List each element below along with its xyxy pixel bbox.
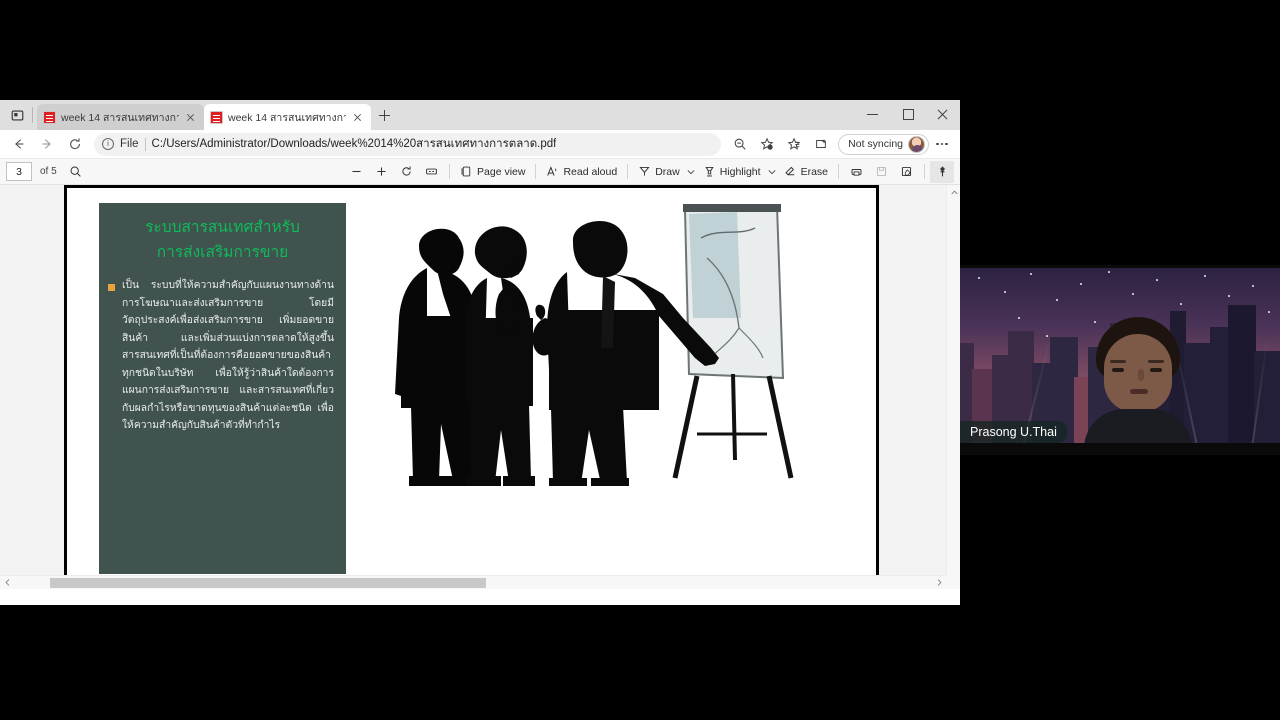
print-icon[interactable] [844, 161, 869, 183]
browser-essentials-icon[interactable] [808, 132, 834, 156]
minimize-button[interactable] [855, 100, 890, 128]
toolbar-divider [627, 164, 629, 179]
nose [1138, 369, 1144, 381]
erase-label: Erase [800, 165, 828, 178]
avatar[interactable] [908, 135, 925, 153]
toolbar-divider [449, 164, 451, 179]
draw-label: Draw [655, 165, 680, 178]
pdf-favicon-icon [210, 110, 223, 124]
tab-search-icon[interactable] [4, 102, 30, 128]
window-controls [855, 100, 960, 128]
slide-title-line2: การส่งเสริมการขาย [156, 243, 289, 261]
navigation-bar: i File C:/Users/Administrator/Downloads/… [0, 130, 960, 159]
pdf-favicon-icon [43, 110, 56, 124]
slide-text-panel: ระบบสารสนเทศสำหรับ การส่งเสริมการขาย เป็… [99, 203, 346, 574]
scroll-left-arrow-icon[interactable] [0, 576, 14, 590]
collections-icon[interactable] [781, 132, 807, 156]
business-people-silhouette-illustration [367, 198, 835, 488]
tab-close-icon[interactable] [184, 110, 198, 124]
browser-window: week 14 สารสนเทศทางการตลาด.pd week 14 สา… [0, 100, 960, 605]
page-view-label: Page view [477, 165, 526, 178]
favorite-star-icon[interactable] [754, 132, 780, 156]
webcam-bottom-letterbox [960, 443, 1280, 455]
tab-separator [32, 107, 33, 123]
toolbar-divider [924, 164, 925, 179]
screen-root: week 14 สารสนเทศทางการตลาด.pd week 14 สา… [0, 0, 1280, 720]
pdf-toolbar: 3 of 5 Page view Read aloud Draw Highlig… [0, 159, 960, 185]
erase-button[interactable]: Erase [779, 161, 833, 183]
toolbar-divider [535, 164, 537, 179]
pdf-viewport[interactable]: ระบบสารสนเทศสำหรับ การส่งเสริมการขาย เป็… [0, 185, 960, 589]
url-scheme-label: File [120, 138, 139, 150]
read-aloud-label: Read aloud [563, 165, 618, 178]
address-bar[interactable]: i File C:/Users/Administrator/Downloads/… [94, 132, 722, 156]
settings-and-more-icon[interactable] [930, 132, 954, 156]
slide-title: ระบบสารสนเทศสำหรับ การส่งเสริมการขาย [99, 203, 346, 265]
save-icon[interactable] [869, 161, 894, 183]
webcam-overlay[interactable]: Prasong U.Thai [960, 265, 1280, 455]
back-arrow-icon[interactable] [6, 132, 32, 156]
toolbar-icons: Not syncing [727, 132, 954, 156]
rotate-icon[interactable] [394, 161, 419, 183]
page-count-label: of 5 [40, 166, 57, 177]
eye-right [1150, 368, 1162, 372]
highlight-chevron-down-icon[interactable] [766, 162, 779, 182]
fit-to-width-icon[interactable] [419, 161, 444, 183]
site-info-icon[interactable]: i [102, 138, 114, 150]
eye-left [1112, 368, 1124, 372]
page-number-input[interactable]: 3 [6, 162, 32, 181]
highlight-button[interactable]: Highlight [698, 161, 766, 183]
draw-chevron-down-icon[interactable] [685, 162, 698, 182]
tab-close-icon[interactable] [351, 110, 365, 124]
sync-status-label: Not syncing [848, 138, 903, 150]
forward-arrow-icon[interactable] [34, 132, 60, 156]
eyebrow-right [1148, 360, 1164, 363]
sync-status-button[interactable]: Not syncing [838, 133, 929, 155]
page-view-button[interactable]: Page view [455, 161, 530, 183]
webcam-top-letterbox [960, 265, 1280, 268]
horizontal-scroll-thumb[interactable] [50, 578, 486, 588]
eyebrow-left [1110, 360, 1126, 363]
pdf-page: ระบบสารสนเทศสำหรับ การส่งเสริมการขาย เป็… [64, 185, 879, 589]
vertical-scrollbar[interactable] [946, 185, 960, 589]
scrollbar-corner [946, 575, 960, 589]
participant-name-badge: Prasong U.Thai [960, 421, 1067, 443]
tab-strip: week 14 สารสนเทศทางการตลาด.pd week 14 สา… [0, 100, 960, 130]
url-text: C:/Users/Administrator/Downloads/week%20… [151, 138, 557, 150]
horizontal-scrollbar[interactable] [0, 575, 946, 589]
tab-title: week 14 สารสนเทศทางการตลาด.pd [61, 111, 179, 124]
tab-title: week 14 สารสนเทศทางการตลาด.pd [228, 111, 346, 124]
refresh-icon[interactable] [62, 132, 88, 156]
read-aloud-button[interactable]: Read aloud [541, 161, 622, 183]
toolbar-divider [838, 164, 839, 179]
draw-button[interactable]: Draw [633, 161, 685, 183]
slide-title-line1: ระบบสารสนเทศสำหรับ [145, 218, 300, 236]
save-as-icon[interactable] [894, 161, 919, 183]
zoom-out-icon[interactable] [344, 161, 369, 183]
zoom-out-icon[interactable] [727, 132, 753, 156]
mouth [1130, 389, 1148, 394]
slide-image [367, 198, 835, 488]
close-button[interactable] [925, 100, 960, 128]
search-icon[interactable] [63, 161, 88, 183]
slide-paragraph: เป็น ระบบที่ให้ความสำคัญกับแผนงานทางด้าน… [122, 279, 334, 431]
pin-toolbar-icon[interactable] [930, 160, 954, 183]
browser-tab-1[interactable]: week 14 สารสนเทศทางการตลาด.pd [37, 104, 204, 130]
bullet-square-icon [108, 284, 115, 291]
omnibox-divider [144, 137, 146, 151]
browser-tab-2[interactable]: week 14 สารสนเทศทางการตลาด.pd [204, 104, 371, 130]
scroll-up-arrow-icon[interactable] [947, 185, 960, 199]
slide-body: เป็น ระบบที่ให้ความสำคัญกับแผนงานทางด้าน… [99, 265, 346, 435]
zoom-in-icon[interactable] [369, 161, 394, 183]
new-tab-button[interactable] [371, 102, 397, 128]
highlight-label: Highlight [719, 165, 761, 178]
participant-video-person [1078, 317, 1198, 455]
maximize-button[interactable] [890, 100, 925, 128]
scroll-right-arrow-icon[interactable] [932, 576, 946, 590]
